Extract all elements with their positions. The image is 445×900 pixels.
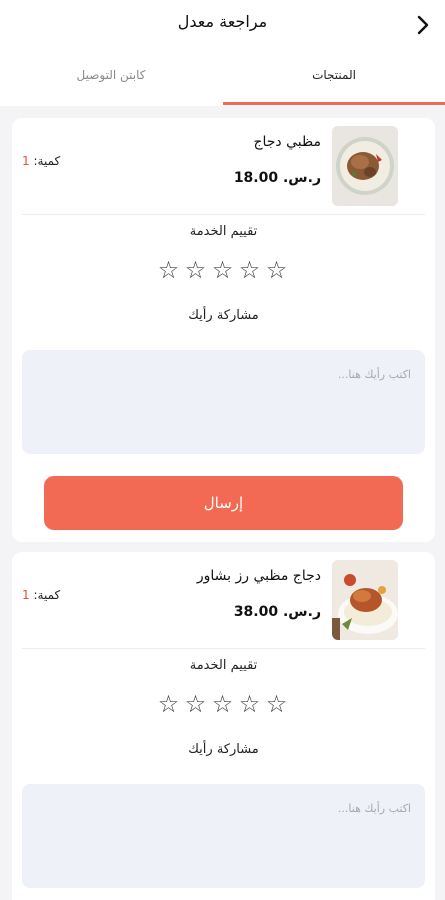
share-opinion-label: مشاركة رأيك xyxy=(188,308,259,323)
rating-label: تقييم الخدمة xyxy=(189,224,258,239)
share-opinion-label: مشاركة رأيك xyxy=(188,742,259,757)
tab-products[interactable]: المنتجات xyxy=(223,48,445,106)
product-price: ر.س. 18.00 xyxy=(233,170,321,186)
submit-button[interactable]: إرسال xyxy=(44,476,403,530)
review-card: دجاج مظبي رز بشاور ر.س. 38.00 كمية: 1 تق… xyxy=(12,552,435,900)
star-icon[interactable]: ☆ xyxy=(156,690,183,718)
product-name: دجاج مظبي رز بشاور xyxy=(196,568,321,584)
star-icon[interactable]: ☆ xyxy=(237,690,264,718)
quantity-value: 1 xyxy=(22,154,30,168)
comment-input[interactable] xyxy=(22,784,425,888)
product-image xyxy=(332,126,398,206)
star-icon[interactable]: ☆ xyxy=(183,256,210,284)
divider xyxy=(22,648,425,649)
star-rating[interactable]: ☆ ☆ ☆ ☆ ☆ xyxy=(12,256,435,284)
star-icon[interactable]: ☆ xyxy=(210,256,237,284)
review-card: مظبي دجاج ر.س. 18.00 كمية: 1 تقييم الخدم… xyxy=(12,118,435,542)
star-icon[interactable]: ☆ xyxy=(237,256,264,284)
quantity-value: 1 xyxy=(22,588,30,602)
star-rating[interactable]: ☆ ☆ ☆ ☆ ☆ xyxy=(12,690,435,718)
product-price: ر.س. 38.00 xyxy=(233,604,321,620)
tab-delivery-captain[interactable]: كابتن التوصيل xyxy=(0,48,222,106)
star-icon[interactable]: ☆ xyxy=(183,690,210,718)
quantity: كمية: 1 xyxy=(22,154,60,168)
star-icon[interactable]: ☆ xyxy=(264,690,291,718)
product-image xyxy=(332,560,398,640)
active-tab-indicator xyxy=(223,102,445,105)
star-icon[interactable]: ☆ xyxy=(264,256,291,284)
quantity-label: كمية: xyxy=(33,154,61,168)
quantity-label: كمية: xyxy=(33,588,61,602)
chevron-right-icon[interactable] xyxy=(412,12,434,38)
divider xyxy=(22,214,425,215)
quantity: كمية: 1 xyxy=(22,588,60,602)
product-name: مظبي دجاج xyxy=(253,134,321,150)
comment-input[interactable] xyxy=(22,350,425,454)
tab-bar: المنتجات كابتن التوصيل xyxy=(0,48,445,106)
star-icon[interactable]: ☆ xyxy=(210,690,237,718)
rating-label: تقييم الخدمة xyxy=(189,658,258,673)
page-title: مراجعة معدل xyxy=(177,12,268,31)
star-icon[interactable]: ☆ xyxy=(156,256,183,284)
app-header: مراجعة معدل xyxy=(0,0,445,48)
